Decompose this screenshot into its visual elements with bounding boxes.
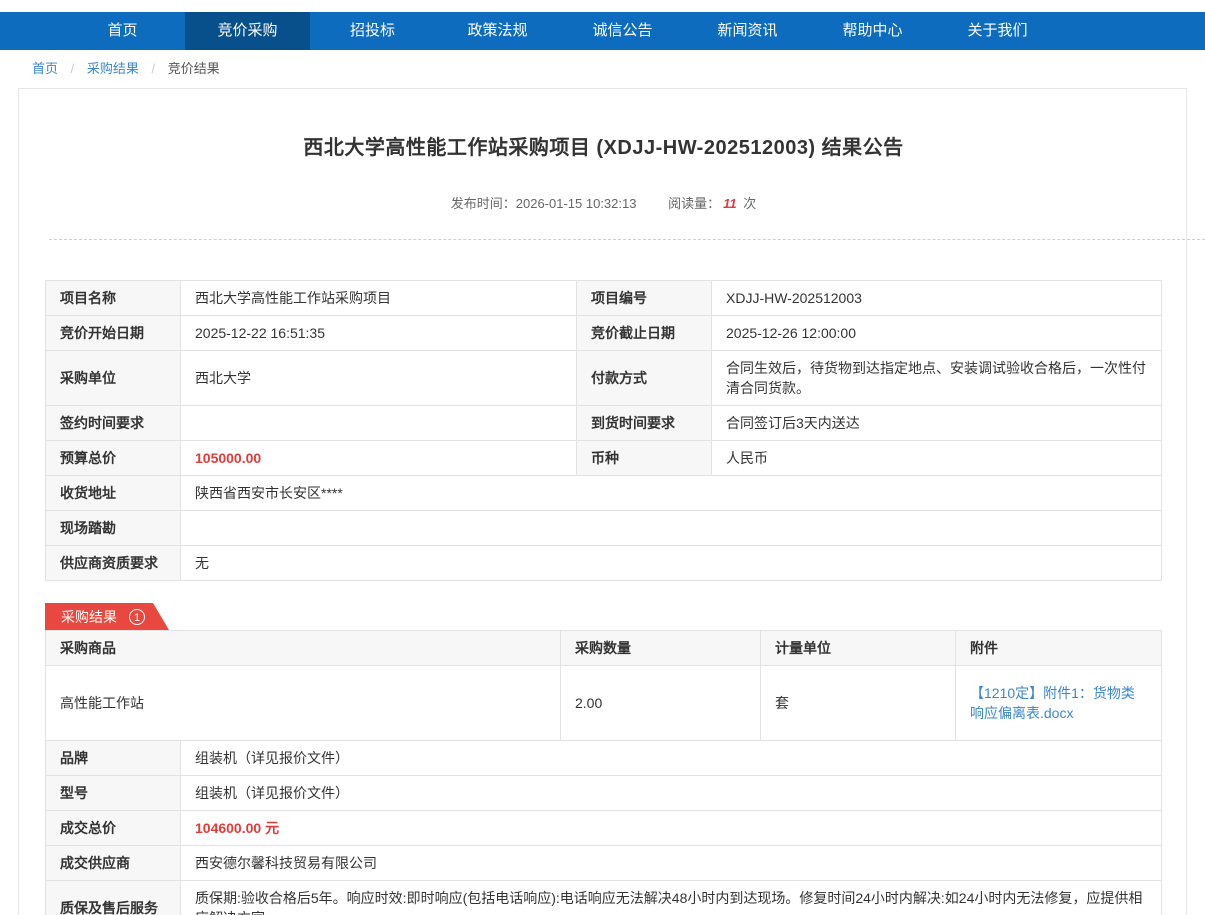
table-row: 质保及售后服务 质保期:验收合格后5年。响应时效:即时响应(包括电话响应):电话… [46,881,1162,915]
delivery-address-value: 陕西省西安市长安区**** [181,476,1162,511]
column-header-product: 采购商品 [46,631,561,666]
nav-tab-bidding-purchase[interactable]: 竞价采购 [185,12,310,50]
dashed-divider [49,239,1205,240]
site-survey-label: 现场踏勘 [46,511,181,546]
model-label: 型号 [46,776,181,811]
nav-tab-news[interactable]: 新闻资讯 [685,12,810,50]
views-label: 阅读量： [668,196,720,211]
product-name-value: 高性能工作站 [46,666,561,741]
table-row: 预算总价 105000.00 币种 人民币 [46,441,1162,476]
table-row: 收货地址 陕西省西安市长安区**** [46,476,1162,511]
project-number-value: XDJJ-HW-202512003 [712,281,1162,316]
project-info-table: 项目名称 西北大学高性能工作站采购项目 项目编号 XDJJ-HW-2025120… [45,280,1162,581]
product-quantity-value: 2.00 [561,666,761,741]
page-title: 西北大学高性能工作站采购项目 (XDJJ-HW-202512003) 结果公告 [45,131,1162,160]
breadcrumb-current: 竞价结果 [168,61,220,76]
winning-supplier-value: 西安德尔馨科技贸易有限公司 [181,846,1162,881]
warranty-service-value: 质保期:验收合格后5年。响应时效:即时响应(包括电话响应):电话响应无法解决48… [181,881,1162,915]
delivery-time-label: 到货时间要求 [577,406,712,441]
views-unit: 次 [743,196,756,211]
budget-total-label: 预算总价 [46,441,181,476]
purchaser-label: 采购单位 [46,351,181,406]
breadcrumb-home-link[interactable]: 首页 [32,61,58,76]
brand-value: 组装机（详见报价文件） [181,741,1162,776]
table-row: 高性能工作站 2.00 套 【1210定】附件1：货物类响应偏离表.docx [46,666,1162,741]
payment-method-value: 合同生效后，待货物到达指定地点、安装调试验收合格后，一次性付清合同货款。 [712,351,1162,406]
table-row: 型号 组装机（详见报价文件） [46,776,1162,811]
breadcrumb: 首页 / 采购结果 / 竞价结果 [0,50,1205,88]
brand-label: 品牌 [46,741,181,776]
publish-time-label: 发布时间： [451,196,516,211]
table-row: 项目名称 西北大学高性能工作站采购项目 项目编号 XDJJ-HW-2025120… [46,281,1162,316]
bid-deadline-label: 竞价截止日期 [577,316,712,351]
nav-tab-home[interactable]: 首页 [60,12,185,50]
delivery-time-value: 合同签订后3天内送达 [712,406,1162,441]
currency-value: 人民币 [712,441,1162,476]
model-value: 组装机（详见报价文件） [181,776,1162,811]
project-name-label: 项目名称 [46,281,181,316]
attachment-link[interactable]: 【1210定】附件1：货物类响应偏离表.docx [970,685,1135,721]
column-header-unit: 计量单位 [761,631,956,666]
nav-tab-about-us[interactable]: 关于我们 [935,12,1060,50]
purchase-result-badge-number: 1 [129,609,145,625]
breadcrumb-separator: / [152,61,156,76]
breadcrumb-separator: / [71,61,75,76]
table-row: 成交供应商 西安德尔馨科技贸易有限公司 [46,846,1162,881]
table-header-row: 采购商品 采购数量 计量单位 附件 [46,631,1162,666]
purchase-result-badge-label: 采购结果 [61,607,117,627]
deal-price-label: 成交总价 [46,811,181,846]
publish-meta: 发布时间：2026-01-15 10:32:13 阅读量：11 次 [45,193,1162,212]
table-row: 成交总价 104600.00 元 [46,811,1162,846]
column-header-attachment: 附件 [956,631,1162,666]
table-row: 供应商资质要求 无 [46,546,1162,581]
breadcrumb-purchase-results-link[interactable]: 采购结果 [87,61,139,76]
delivery-address-label: 收货地址 [46,476,181,511]
purchase-result-badge: 采购结果 1 [45,603,169,630]
supplier-qualification-value: 无 [181,546,1162,581]
product-unit-value: 套 [761,666,956,741]
purchaser-value: 西北大学 [181,351,577,406]
bid-start-value: 2025-12-22 16:51:35 [181,316,577,351]
bid-deadline-value: 2025-12-26 12:00:00 [712,316,1162,351]
table-row: 现场踏勘 [46,511,1162,546]
purchase-result-table: 采购商品 采购数量 计量单位 附件 高性能工作站 2.00 套 【1210定】附… [45,630,1162,741]
winning-supplier-label: 成交供应商 [46,846,181,881]
table-row: 品牌 组装机（详见报价文件） [46,741,1162,776]
table-row: 竞价开始日期 2025-12-22 16:51:35 竞价截止日期 2025-1… [46,316,1162,351]
deal-price-value: 104600.00 元 [181,811,1162,846]
currency-label: 币种 [577,441,712,476]
views-count: 11 [723,196,737,211]
signing-time-label: 签约时间要求 [46,406,181,441]
supplier-qualification-label: 供应商资质要求 [46,546,181,581]
top-navigation: 首页 竞价采购 招投标 政策法规 诚信公告 新闻资讯 帮助中心 关于我们 [0,12,1205,50]
budget-total-value: 105000.00 [181,441,577,476]
publish-time-value: 2026-01-15 10:32:13 [516,196,637,211]
result-detail-table: 品牌 组装机（详见报价文件） 型号 组装机（详见报价文件） 成交总价 10460… [45,740,1162,915]
bid-start-label: 竞价开始日期 [46,316,181,351]
table-row: 签约时间要求 到货时间要求 合同签订后3天内送达 [46,406,1162,441]
table-row: 采购单位 西北大学 付款方式 合同生效后，待货物到达指定地点、安装调试验收合格后… [46,351,1162,406]
project-number-label: 项目编号 [577,281,712,316]
project-name-value: 西北大学高性能工作站采购项目 [181,281,577,316]
warranty-service-label: 质保及售后服务 [46,881,181,915]
nav-tab-policy[interactable]: 政策法规 [435,12,560,50]
nav-tab-integrity-notice[interactable]: 诚信公告 [560,12,685,50]
column-header-quantity: 采购数量 [561,631,761,666]
nav-tab-tender[interactable]: 招投标 [310,12,435,50]
payment-method-label: 付款方式 [577,351,712,406]
nav-tab-help-center[interactable]: 帮助中心 [810,12,935,50]
signing-time-value [181,406,577,441]
announcement-card: 西北大学高性能工作站采购项目 (XDJJ-HW-202512003) 结果公告 … [18,88,1187,915]
site-survey-value [181,511,1162,546]
